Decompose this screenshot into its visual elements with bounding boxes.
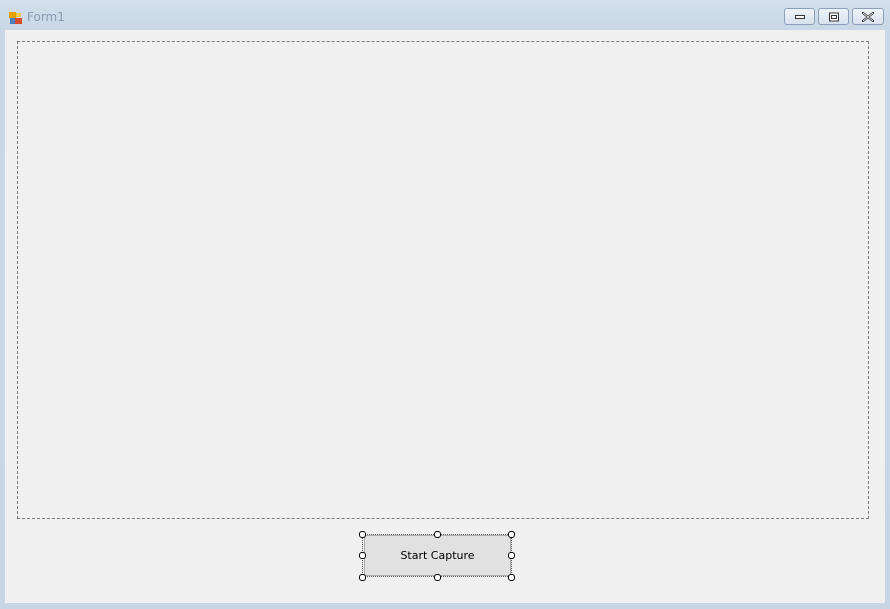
title-bar[interactable]: Form1: [0, 0, 890, 30]
capture-panel[interactable]: [17, 41, 869, 519]
start-capture-label: Start Capture: [400, 549, 475, 562]
resize-handle-bottom-right[interactable]: [508, 574, 515, 581]
resize-handle-middle-left[interactable]: [359, 552, 366, 559]
form-icon: [9, 10, 22, 24]
maximize-icon: [828, 12, 839, 21]
form-window: Form1 Start Capture: [0, 0, 890, 609]
maximize-button[interactable]: [818, 8, 849, 25]
resize-handle-middle-right[interactable]: [508, 552, 515, 559]
window-title: Form1: [27, 10, 65, 24]
resize-handle-bottom-center[interactable]: [434, 574, 441, 581]
form-client-area: Start Capture: [5, 30, 885, 603]
minimize-button[interactable]: [784, 8, 815, 25]
minimize-icon: [794, 14, 805, 19]
start-capture-button[interactable]: Start Capture: [364, 535, 511, 576]
resize-handle-top-left[interactable]: [359, 531, 366, 538]
resize-handle-top-center[interactable]: [434, 531, 441, 538]
close-button[interactable]: [852, 8, 884, 25]
close-icon: [862, 11, 874, 22]
resize-handle-top-right[interactable]: [508, 531, 515, 538]
resize-handle-bottom-left[interactable]: [359, 574, 366, 581]
